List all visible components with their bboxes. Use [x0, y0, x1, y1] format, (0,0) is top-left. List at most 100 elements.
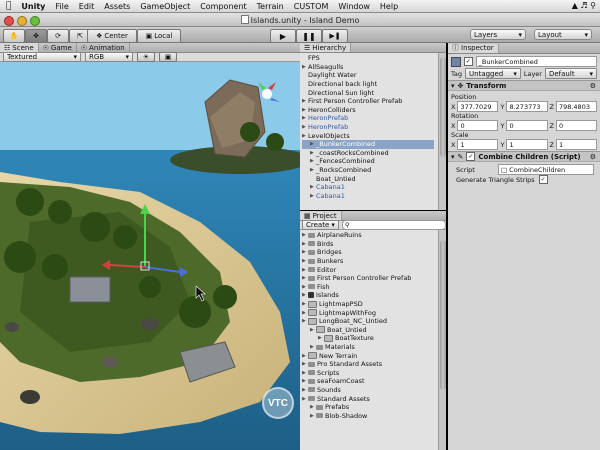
project-row[interactable]: ▶ Prefabs	[302, 403, 434, 412]
gear-icon[interactable]: ⚙	[590, 153, 596, 161]
menu-edit[interactable]: Edit	[79, 2, 95, 11]
menu-file[interactable]: File	[55, 2, 68, 11]
project-row[interactable]: ▶ Birds	[302, 240, 434, 249]
menu-gameobject[interactable]: GameObject	[140, 2, 190, 11]
tab-scene[interactable]: ☷ Scene	[0, 43, 39, 52]
transform-header[interactable]: ▾ ✥ Transform ⚙	[448, 80, 600, 91]
hierarchy-row[interactable]: FPS	[302, 54, 434, 63]
menu-custom[interactable]: CUSTOM	[294, 2, 329, 11]
hierarchy-row[interactable]: Daylight Water	[302, 71, 434, 80]
project-row[interactable]: ▶ Standard Assets	[302, 394, 434, 403]
project-scrollbar[interactable]	[438, 230, 446, 450]
tab-animation[interactable]: ☉ Animation	[77, 43, 130, 52]
hierarchy-row[interactable]: ▶ _FencesCombined	[302, 157, 434, 166]
project-row[interactable]: ▶ Bridges	[302, 248, 434, 257]
project-row[interactable]: ▶ Materials	[302, 343, 434, 352]
pause-button[interactable]: ❚❚	[296, 29, 322, 43]
project-row[interactable]: ▶ AirplaneRuins	[302, 231, 434, 240]
project-row[interactable]: ▶ seaFoamCoast	[302, 377, 434, 386]
tab-game[interactable]: ☉ Game	[39, 43, 77, 52]
active-checkbox[interactable]: ✓	[463, 57, 473, 66]
rotation-z-field[interactable]: 0	[555, 120, 597, 131]
project-row[interactable]: ▶ Fish	[302, 283, 434, 292]
project-row[interactable]: ▶ Blob-Shadow	[302, 411, 434, 420]
project-row[interactable]: ▶ Pro Standard Assets	[302, 360, 434, 369]
project-row[interactable]: ▶ Sounds	[302, 386, 434, 395]
tag-dropdown[interactable]: Untagged ▾	[465, 68, 521, 79]
position-z-field[interactable]: 798.4803	[555, 101, 597, 112]
position-y-field[interactable]: 8.273773	[506, 101, 548, 112]
position-x-field[interactable]: 377.7029	[457, 101, 499, 112]
pivot-local-button[interactable]: ▣ Local	[137, 29, 181, 43]
hierarchy-row[interactable]: ▶ HeronPrefab	[302, 123, 434, 132]
hierarchy-row[interactable]: Directional Sun light	[302, 88, 434, 97]
layer-dropdown[interactable]: Default ▾	[544, 68, 597, 79]
pivot-center-button[interactable]: ❖ Center	[87, 29, 137, 43]
spotlight-icon[interactable]: ⚲	[590, 1, 596, 10]
move-tool-button[interactable]: ✥	[25, 29, 47, 43]
tab-hierarchy[interactable]: ☰ Hierarchy	[300, 43, 352, 52]
menu-help[interactable]: Help	[380, 2, 398, 11]
project-row[interactable]: ▶ Islands	[302, 291, 434, 300]
rotation-y-field[interactable]: 0	[506, 120, 548, 131]
project-row[interactable]: ▶ LongBoat_NC_Untied	[302, 317, 434, 326]
project-row[interactable]: ▶ Scripts	[302, 369, 434, 378]
project-row[interactable]: ▶ LightmapPSD	[302, 300, 434, 309]
hierarchy-row[interactable]: ▶ _coastRocksCombined	[302, 149, 434, 158]
project-row[interactable]: ▶ New Terrain	[302, 351, 434, 360]
project-row[interactable]: ▶ Boat_Untied	[302, 326, 434, 335]
menu-terrain[interactable]: Terrain	[257, 2, 284, 11]
color-mode-dropdown[interactable]: RGB ▾	[85, 52, 133, 62]
hierarchy-row[interactable]: ▶ HeronPrefab	[302, 114, 434, 123]
scene-lighting-toggle[interactable]: ☀	[137, 52, 155, 62]
hierarchy-scrollbar[interactable]	[438, 53, 446, 210]
project-search-input[interactable]: ⚲	[341, 220, 446, 230]
strips-checkbox[interactable]: ✓	[538, 175, 548, 184]
project-row[interactable]: ▶ BoatTexture	[302, 334, 434, 343]
tab-project[interactable]: ▦ Project	[300, 211, 342, 220]
menu-component[interactable]: Component	[200, 2, 246, 11]
script-field[interactable]: □ CombineChildren	[498, 164, 594, 175]
apple-icon[interactable]: 	[6, 1, 11, 11]
hierarchy-scroll-thumb[interactable]	[440, 57, 446, 157]
hierarchy-row[interactable]: ▶ AllSeagulls	[302, 63, 434, 72]
component-header[interactable]: ▾ ✎ ✓ Combine Children (Script) ⚙	[448, 151, 600, 162]
scale-y-field[interactable]: 1	[506, 139, 548, 150]
layers-dropdown[interactable]: Layers ▾	[470, 29, 526, 40]
play-button[interactable]: ▶	[270, 29, 296, 43]
project-row[interactable]: ▶ First Person Controller Prefab	[302, 274, 434, 283]
menu-window[interactable]: Window	[338, 2, 370, 11]
scene-fx-toggle[interactable]: ▣	[159, 52, 177, 62]
rotation-x-field[interactable]: 0	[457, 120, 499, 131]
menu-unity[interactable]: Unity	[21, 2, 45, 11]
menu-assets[interactable]: Assets	[104, 2, 130, 11]
hierarchy-row[interactable]: ▶ _BunkerCombined	[302, 139, 434, 149]
project-row[interactable]: ▶ Bunkers	[302, 257, 434, 266]
object-name-field[interactable]: _BunkerCombined	[475, 56, 597, 67]
project-row[interactable]: ▶ Editor	[302, 265, 434, 274]
scale-z-field[interactable]: 1	[555, 139, 597, 150]
hierarchy-row[interactable]: ▶ HeronColliders	[302, 106, 434, 115]
volume-icon[interactable]: ♬	[580, 1, 587, 10]
scene-view[interactable]: VTC	[0, 62, 300, 450]
project-scroll-thumb[interactable]	[440, 240, 446, 390]
wifi-icon[interactable]: ▲	[572, 1, 578, 10]
hierarchy-row[interactable]: ▶ Cabana1	[302, 192, 434, 201]
hierarchy-row[interactable]: ▶ _RocksCombined	[302, 166, 434, 175]
hierarchy-row[interactable]: ▶ First Person Controller Prefab	[302, 97, 434, 106]
hierarchy-row[interactable]: ▶ LevelObjects	[302, 131, 434, 140]
layout-dropdown[interactable]: Layout ▾	[534, 29, 592, 40]
scale-x-field[interactable]: 1	[457, 139, 499, 150]
project-create-dropdown[interactable]: Create ▾	[302, 220, 339, 230]
step-button[interactable]: ▶❚	[322, 29, 348, 43]
gear-icon[interactable]: ⚙	[590, 82, 596, 90]
hierarchy-row[interactable]: Boat_Untied	[302, 174, 434, 183]
hierarchy-row[interactable]: Directional back light	[302, 80, 434, 89]
tab-inspector[interactable]: ⓘ Inspector	[448, 43, 499, 53]
render-mode-dropdown[interactable]: Textured ▾	[3, 52, 81, 62]
component-enabled-checkbox[interactable]: ✓	[466, 152, 476, 161]
rotate-tool-button[interactable]: ⟳	[47, 29, 69, 43]
hierarchy-row[interactable]: ▶ Cabana1	[302, 183, 434, 192]
hand-tool-button[interactable]: ✋	[3, 29, 25, 43]
project-row[interactable]: ▶ LightmapWithFog	[302, 308, 434, 317]
